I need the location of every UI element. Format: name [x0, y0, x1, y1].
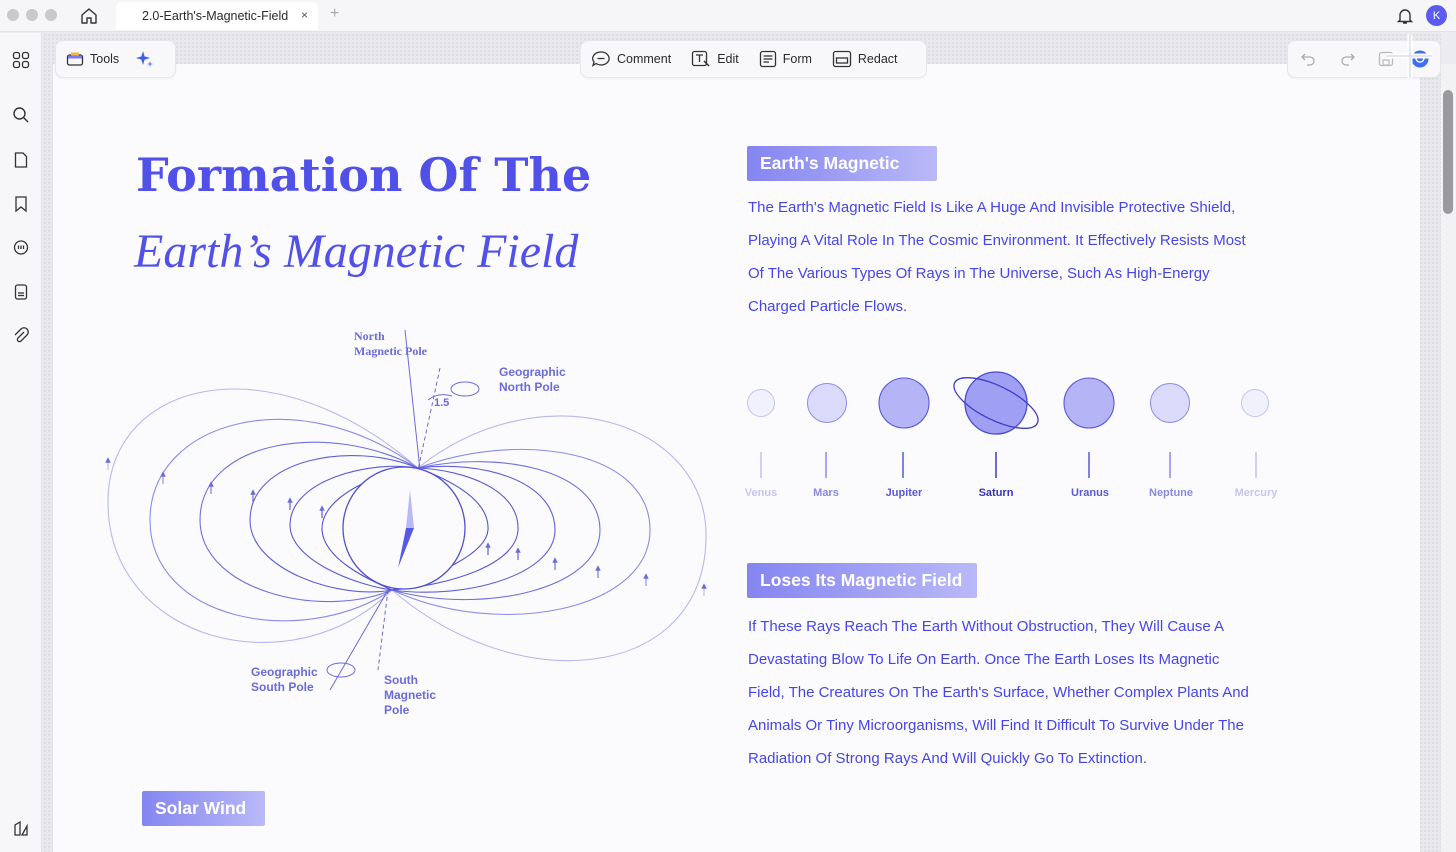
tab-close-icon[interactable]: × — [301, 8, 308, 22]
planets-illustration-right — [1063, 377, 1269, 478]
redact-button[interactable]: Redact — [822, 44, 908, 74]
window-minimize-control[interactable] — [26, 9, 38, 21]
geographic-north-line1: Geographic — [499, 365, 566, 379]
south-magnetic-line2: Magnetic — [384, 688, 437, 702]
section-heading-earths-magnetic: Earth's Magnetic — [747, 146, 937, 181]
bookmark-icon[interactable] — [10, 193, 32, 215]
new-tab-icon[interactable]: + — [330, 5, 339, 23]
scrollbar-thumb[interactable] — [1443, 90, 1453, 214]
planet-label-saturn: Saturn — [978, 487, 1014, 499]
tilt-angle-label: 1.5 — [434, 397, 450, 409]
redo-button[interactable] — [1330, 44, 1372, 74]
section-heading-solar-wind: Solar Wind — [142, 791, 265, 826]
doc-title-line2: Earth’s Magnetic Field — [134, 225, 579, 278]
section2-line: If These Rays Reach The Earth Without Ob… — [748, 618, 1225, 635]
geographic-south-line2: South Pole — [251, 680, 314, 694]
comment-list-icon[interactable] — [10, 237, 32, 259]
planet-label-mars: Mars — [813, 487, 839, 499]
planet-label-mercury: Mercury — [1234, 487, 1278, 499]
section2-paragraph: If These Rays Reach The Earth Without Ob… — [748, 610, 1249, 775]
section2-line: Radiation Of Strong Rays And Will Quickl… — [748, 750, 1148, 767]
magnetic-field-diagram — [105, 329, 707, 691]
planet-label-uranus: Uranus — [1071, 487, 1109, 499]
section1-line: Of The Various Types Of Rays in The Univ… — [748, 265, 1210, 282]
tools-button[interactable]: Tools — [56, 44, 129, 74]
window-close-control[interactable] — [7, 9, 19, 21]
document-stack-icon[interactable] — [10, 281, 32, 303]
section2-line: Animals Or Tiny Microorganisms, Will Fin… — [748, 717, 1244, 734]
toolbox-icon — [66, 52, 84, 66]
geographic-north-line2: North Pole — [499, 380, 560, 394]
geographic-south-line1: Geographic — [251, 665, 318, 679]
edit-button[interactable]: Edit — [681, 44, 749, 74]
south-magnetic-line1: South — [384, 673, 418, 687]
redo-icon — [1341, 53, 1355, 66]
planet-label-jupiter: Jupiter — [885, 487, 923, 499]
attachment-icon[interactable] — [10, 325, 32, 347]
north-magnetic-pole-line1: North — [354, 329, 385, 343]
redact-label: Redact — [857, 52, 898, 66]
form-button[interactable]: Form — [749, 44, 822, 74]
comment-label: Comment — [617, 52, 672, 66]
section1-paragraph: The Earth's Magnetic Field Is Like A Hug… — [748, 191, 1246, 323]
comment-button[interactable]: Comment — [581, 44, 681, 74]
section1-line: The Earth's Magnetic Field Is Like A Hug… — [748, 199, 1236, 216]
tools-label: Tools — [90, 52, 120, 66]
sparkle-icon — [136, 51, 154, 67]
tab-title: 2.0-Earth's-Magnetic-Field — [142, 9, 289, 23]
geographic-south-pole-label: Geographic South Pole — [251, 665, 318, 695]
left-sidebar — [0, 33, 42, 852]
planets-illustration — [747, 371, 1039, 478]
planet-label-neptune: Neptune — [1149, 487, 1193, 499]
edit-text-icon — [692, 50, 710, 67]
crosshair-cursor-icon — [1386, 34, 1432, 78]
south-magnetic-pole-label: South Magnetic Pole — [384, 673, 436, 718]
section1-line: Charged Particle Flows. — [748, 298, 908, 315]
search-icon[interactable] — [10, 104, 32, 126]
section2-line: Devastating Blow To Life On Earth. Once … — [748, 651, 1220, 668]
user-avatar[interactable]: K — [1426, 5, 1447, 26]
north-magnetic-pole-label: North Magnetic Pole — [354, 329, 427, 359]
redact-icon — [832, 50, 852, 68]
doc-title-line1: Formation Of The — [136, 148, 592, 202]
geographic-north-pole-label: Geographic North Pole — [499, 365, 566, 395]
notification-bell-icon[interactable] — [1395, 6, 1415, 26]
north-magnetic-pole-line2: Magnetic Pole — [354, 344, 427, 358]
section1-line: Playing A Vital Role In The Cosmic Envir… — [748, 232, 1246, 249]
home-icon[interactable] — [78, 5, 100, 27]
form-icon — [759, 50, 776, 68]
ai-assistant-button[interactable] — [129, 44, 167, 74]
south-magnetic-line3: Pole — [384, 703, 410, 717]
form-label: Form — [782, 52, 812, 66]
window-zoom-control[interactable] — [45, 9, 57, 21]
brand-logo-icon[interactable] — [10, 818, 32, 840]
comment-icon — [591, 51, 610, 68]
edit-mode-toolbar: Comment Edit Form Redact — [580, 40, 927, 78]
grid-apps-icon[interactable] — [10, 49, 32, 71]
tools-toolbar: Tools — [55, 40, 176, 78]
tab-bar: 2.0-Earth's-Magnetic-Field × + K — [0, 0, 1456, 32]
undo-icon — [1301, 53, 1315, 66]
edit-label: Edit — [717, 52, 739, 66]
page-thumbnail-icon[interactable] — [10, 149, 32, 171]
document-tab[interactable]: 2.0-Earth's-Magnetic-Field × — [116, 2, 318, 30]
section-heading-loses-field: Loses Its Magnetic Field — [747, 563, 977, 598]
section2-line: Field, The Creatures On The Earth's Surf… — [748, 684, 1249, 701]
undo-button[interactable] — [1288, 44, 1330, 74]
